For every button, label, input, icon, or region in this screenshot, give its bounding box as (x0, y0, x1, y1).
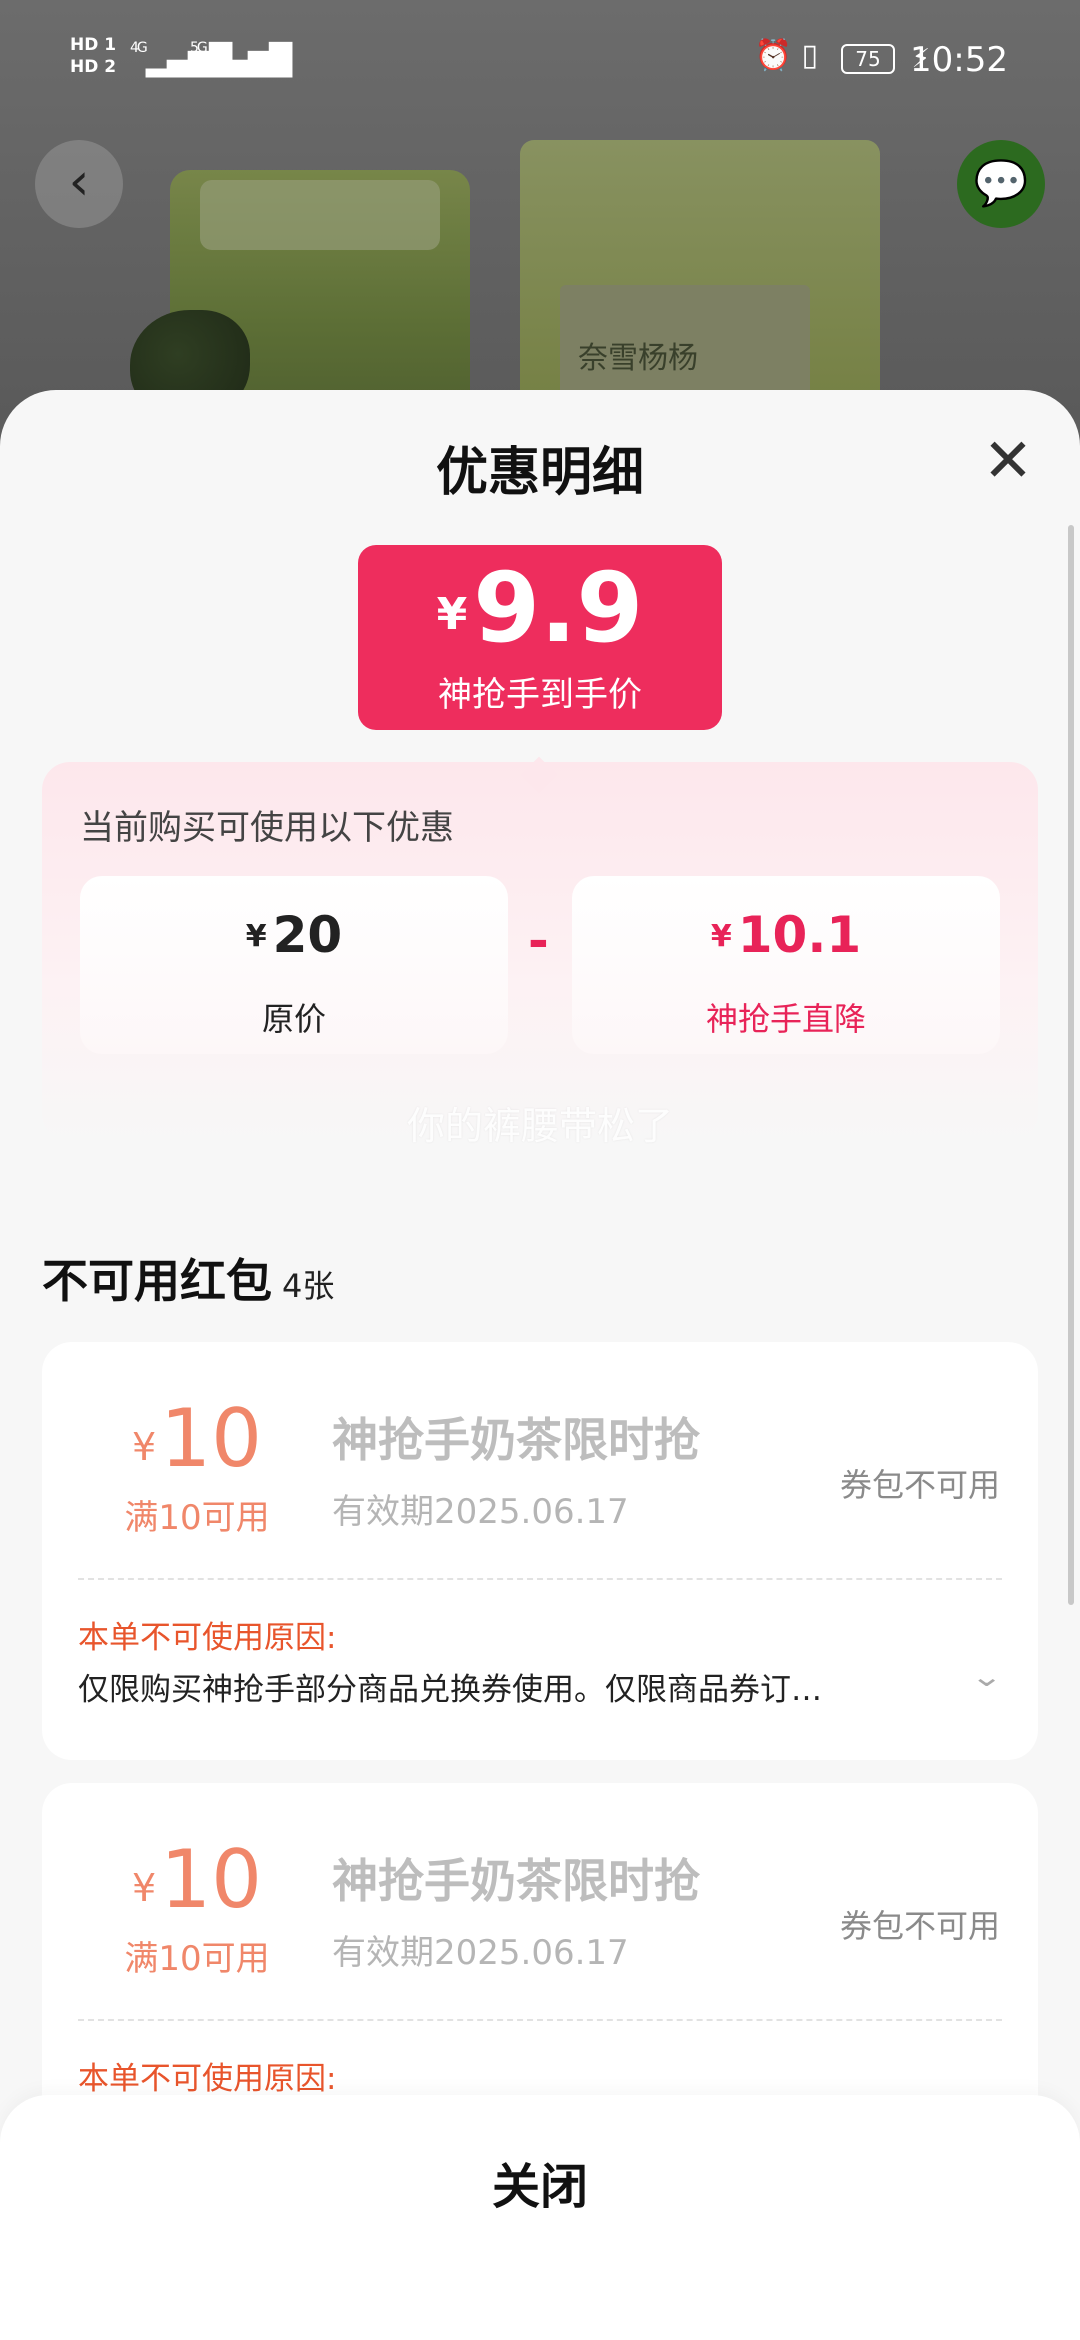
currency-symbol: ¥ (132, 1866, 157, 1910)
final-price-value: ¥9.9 (358, 553, 722, 670)
coupon-state: 券包不可用 (839, 1907, 1000, 1945)
coupon-name: 神抢手奶茶限时抢 (332, 1854, 700, 1908)
currency-symbol: ¥ (245, 919, 267, 954)
sim2-label: HD 2 (70, 57, 117, 77)
coupon-card[interactable]: ¥10 满10可用 神抢手奶茶限时抢 有效期2025.06.17 券包不可用 本… (42, 1342, 1038, 1760)
sheet-title: 优惠明细 (435, 443, 644, 503)
reason-header: 本单不可使用原因: (78, 2061, 337, 2097)
back-button[interactable]: ‹ (35, 140, 123, 228)
discount-header: 当前购买可使用以下优惠 (80, 808, 454, 848)
direct-discount-value: ¥10.1 (572, 906, 1000, 964)
sheet-footer: 关闭 (0, 2095, 1080, 2340)
divider (78, 1578, 1002, 1580)
direct-discount-label: 神抢手直降 (705, 1000, 866, 1038)
watermark-text: 你的裤腰带松了 (406, 1104, 673, 1148)
direct-discount-tile: ¥10.1 神抢手直降 (572, 876, 1000, 1054)
sim-indicator: HD 1 HD 2 (70, 34, 116, 78)
final-price-box: ¥9.9 神抢手到手价 (358, 545, 722, 730)
chevron-left-icon: ‹ (68, 152, 90, 212)
unavailable-title: 不可用红包 (42, 1254, 272, 1308)
coupon-amount-value: 10 (160, 1833, 262, 1926)
original-price-amount: 20 (272, 906, 343, 964)
status-bar: HD 1 HD 2 4G▂▄▆█ 5G▂▄▆█ ⏰ ▯ 75 ⚡ 10:52 (0, 0, 1080, 120)
coupon-amount: ¥10 (92, 1394, 302, 1492)
final-price-amount: 9.9 (473, 552, 644, 664)
coupon-state: 券包不可用 (839, 1466, 1000, 1504)
close-icon[interactable]: ✕ (978, 431, 1038, 492)
sim1-label: HD 1 (70, 35, 117, 55)
divider (78, 2019, 1002, 2021)
coupon-amount-value: 10 (160, 1392, 262, 1485)
reason-header: 本单不可使用原因: (78, 1620, 337, 1656)
discount-detail-sheet: 优惠明细 ✕ 当前购买可使用以下优惠 ¥20 原价 - ¥10.1 神抢手直降 … (0, 390, 1080, 2340)
final-price-label: 神抢手到手价 (438, 675, 642, 715)
minus-sign: - (528, 912, 549, 970)
battery-icon: 75 (841, 44, 895, 74)
scrollbar[interactable] (1068, 525, 1074, 1605)
discount-panel: 当前购买可使用以下优惠 ¥20 原价 - ¥10.1 神抢手直降 (42, 762, 1038, 1142)
coupon-condition: 满10可用 (124, 1498, 270, 1538)
direct-discount-amount: 10.1 (737, 906, 862, 964)
currency-symbol: ¥ (436, 589, 468, 640)
original-price-value: ¥20 (80, 906, 508, 964)
clock: 10:52 (910, 40, 1008, 80)
coupon-condition: 满10可用 (124, 1939, 270, 1979)
wechat-share-button[interactable]: 💬 (957, 140, 1045, 228)
wechat-icon: 💬 (973, 158, 1029, 209)
coupon-name: 神抢手奶茶限时抢 (332, 1413, 700, 1467)
original-price-tile: ¥20 原价 (80, 876, 508, 1054)
coupon-amount: ¥10 (92, 1835, 302, 1933)
chevron-down-icon[interactable]: ⌄ (970, 1660, 1003, 1693)
close-button[interactable]: 关闭 (0, 2147, 1080, 2217)
coupon-expiry: 有效期2025.06.17 (332, 1933, 629, 1973)
coupon-expiry: 有效期2025.06.17 (332, 1492, 629, 1532)
reason-text: 仅限购买神抢手部分商品兑换券使用。仅限商品券订… (78, 1672, 822, 1708)
unavailable-section-title: 不可用红包 4张 (42, 1245, 334, 1311)
cup-label: 奈雪杨杨 (560, 285, 810, 405)
alarm-vibrate-icon: ⏰ ▯ (754, 38, 818, 73)
currency-symbol: ¥ (710, 919, 732, 954)
currency-symbol: ¥ (132, 1425, 157, 1469)
unavailable-count: 4张 (282, 1267, 335, 1305)
original-price-label: 原价 (261, 1000, 326, 1038)
signal-5g-icon: 5G▂▄▆█ (190, 40, 292, 78)
